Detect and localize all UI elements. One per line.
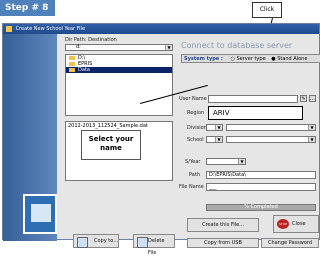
window-title: Create New School Year File (15, 26, 86, 32)
create-school-year-window: Create New School Year File Dir Path: De… (2, 23, 320, 256)
folder-tree[interactable]: D:\ EPRIS Data (65, 54, 173, 116)
region-select[interactable]: ARIV (208, 106, 303, 120)
user-name-label: User Name (179, 96, 207, 102)
chevron-down-icon: ▼ (215, 137, 222, 142)
chevron-down-icon: ▼ (238, 159, 245, 164)
copy-icon (77, 237, 88, 248)
callout-select-name: Select your name (81, 130, 141, 160)
chevron-down-icon: ▼ (165, 45, 172, 50)
radio-stand-alone[interactable]: ● Stand Alone (271, 56, 307, 62)
path-label: Path (189, 172, 200, 178)
chevron-down-icon: ▼ (215, 125, 222, 130)
dir-path-label: Dir Path: Destination (65, 37, 117, 43)
file-name-field[interactable]: ___ (206, 183, 316, 191)
folder-icon (69, 62, 75, 66)
more-button[interactable]: … (309, 95, 316, 102)
close-button[interactable]: STOP Close (273, 215, 319, 233)
connect-title: Connect to database server (181, 41, 293, 50)
division-label: Division (187, 125, 207, 131)
school-label: School (187, 137, 204, 143)
folder-icon (69, 56, 75, 60)
division-code-select[interactable]: ▼ (206, 124, 223, 131)
school-code-select[interactable]: ▼ (206, 136, 223, 143)
system-type-label: System type : (184, 56, 223, 62)
left-decor-panel (3, 34, 57, 241)
delete-icon (137, 237, 148, 248)
copy-to-button[interactable]: Copy to... (73, 234, 119, 248)
stop-icon: STOP (277, 219, 289, 229)
school-select[interactable]: ▼ (226, 136, 316, 143)
chevron-down-icon: ▼ (308, 125, 315, 130)
close-label: Close (292, 221, 306, 227)
drive-value: d: (76, 44, 81, 50)
user-name-field[interactable] (208, 95, 298, 103)
path-field[interactable]: D:\EPRIS\Data\ (206, 171, 316, 179)
system-type-bar: System type : ○ Server type ● Stand Alon… (181, 54, 320, 63)
school-year-label: S/Year (185, 159, 201, 165)
title-bar: Create New School Year File (3, 24, 319, 34)
copy-to-label: Copy to... (94, 238, 118, 244)
delete-file-button[interactable]: Delete File (133, 234, 175, 256)
drive-select[interactable]: d: ▼ (65, 44, 173, 51)
folder-icon (23, 194, 57, 234)
region-label: Region (187, 110, 205, 116)
chevron-down-icon: ▼ (308, 137, 315, 142)
progress-bar: % Completed (206, 204, 316, 211)
folder-icon (69, 68, 75, 72)
app-icon (6, 25, 12, 32)
division-select[interactable]: ▼ (226, 124, 316, 131)
file-name-label: File Name (179, 184, 204, 190)
tree-item-selected[interactable]: Data (66, 67, 172, 73)
file-item[interactable]: 2012-2013_112524_Sample.dat (68, 123, 170, 129)
edit-user-button[interactable]: ✎ (300, 95, 307, 102)
callout-click: Click (252, 2, 282, 18)
create-file-button[interactable]: Create this File... (187, 218, 259, 232)
delete-label: Delete File (148, 238, 165, 256)
step-label: Step # 8 (0, 0, 55, 16)
radio-server-type[interactable]: ○ Server type (231, 56, 266, 62)
school-year-select[interactable]: ▼ (206, 158, 246, 165)
